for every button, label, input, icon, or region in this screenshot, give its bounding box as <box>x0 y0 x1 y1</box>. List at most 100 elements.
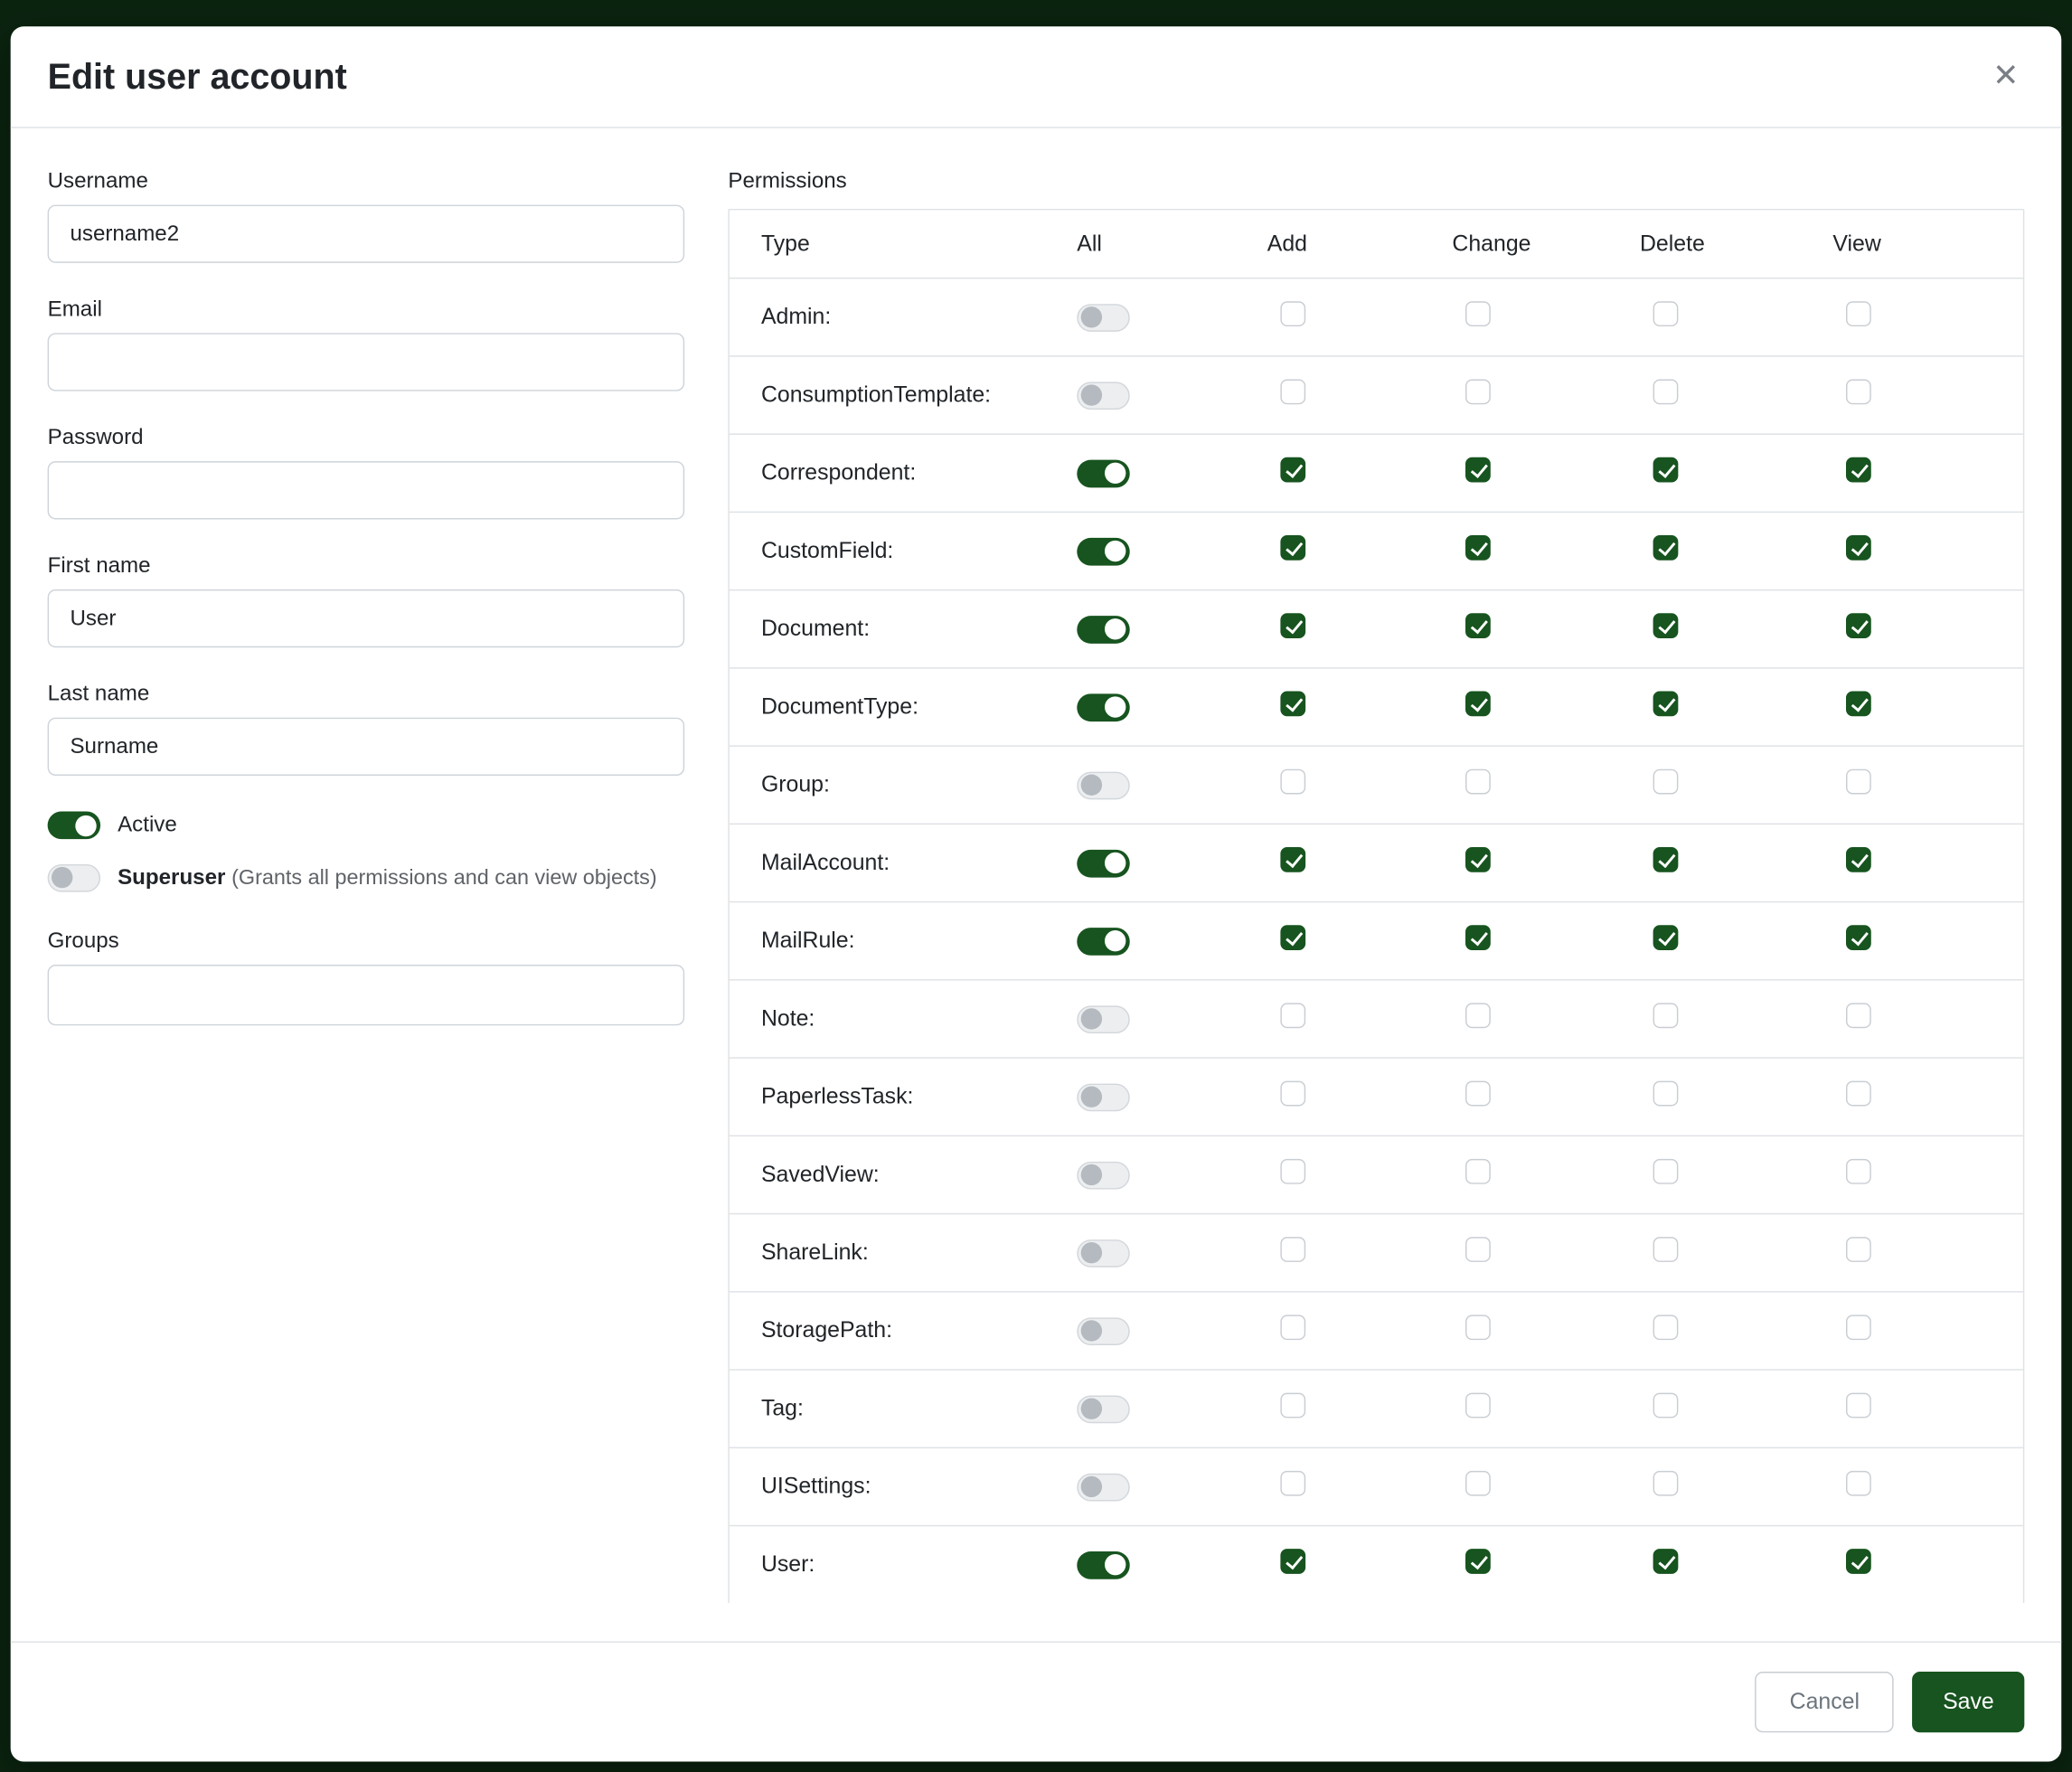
permission-view-checkbox[interactable] <box>1846 1081 1871 1107</box>
permission-all-toggle[interactable] <box>1077 693 1129 721</box>
permission-view-checkbox[interactable] <box>1846 1471 1871 1496</box>
permission-delete-checkbox[interactable] <box>1653 925 1679 950</box>
permission-all-toggle[interactable] <box>1077 1161 1129 1189</box>
permission-delete-checkbox[interactable] <box>1653 380 1679 405</box>
permission-delete-checkbox[interactable] <box>1653 1003 1679 1028</box>
permission-add-checkbox[interactable] <box>1280 1393 1305 1419</box>
permission-view-checkbox[interactable] <box>1846 457 1871 483</box>
permission-all-toggle[interactable] <box>1077 537 1129 565</box>
groups-select[interactable] <box>48 965 685 1025</box>
permission-view-checkbox[interactable] <box>1846 847 1871 872</box>
permission-add-checkbox[interactable] <box>1280 1237 1305 1262</box>
permission-all-toggle[interactable] <box>1077 1239 1129 1267</box>
permission-view-checkbox[interactable] <box>1846 1237 1871 1262</box>
permission-view-checkbox[interactable] <box>1846 691 1871 716</box>
col-header-view: View <box>1832 231 2022 257</box>
permission-change-checkbox[interactable] <box>1465 301 1491 326</box>
permission-all-toggle[interactable] <box>1077 303 1129 331</box>
permission-row: CustomField: <box>730 512 2023 589</box>
permission-delete-checkbox[interactable] <box>1653 1471 1679 1496</box>
permission-add-checkbox[interactable] <box>1280 535 1305 561</box>
permission-view-checkbox[interactable] <box>1846 535 1871 561</box>
permission-all-toggle[interactable] <box>1077 1395 1129 1423</box>
permission-change-checkbox[interactable] <box>1465 1237 1491 1262</box>
permission-change-checkbox[interactable] <box>1465 1315 1491 1340</box>
permission-delete-checkbox[interactable] <box>1653 457 1679 483</box>
permission-add-checkbox[interactable] <box>1280 691 1305 716</box>
permission-all-toggle[interactable] <box>1077 1005 1129 1033</box>
last-name-label: Last name <box>48 682 685 707</box>
permission-all-toggle[interactable] <box>1077 1550 1129 1579</box>
active-toggle[interactable] <box>48 811 100 839</box>
permission-view-checkbox[interactable] <box>1846 380 1871 405</box>
permission-view-checkbox[interactable] <box>1846 769 1871 795</box>
permission-change-checkbox[interactable] <box>1465 1393 1491 1419</box>
permission-change-checkbox[interactable] <box>1465 691 1491 716</box>
permission-all-toggle[interactable] <box>1077 927 1129 955</box>
permission-change-checkbox[interactable] <box>1465 1003 1491 1028</box>
permission-delete-checkbox[interactable] <box>1653 847 1679 872</box>
superuser-toggle[interactable] <box>48 864 100 892</box>
close-icon[interactable]: ✕ <box>1987 55 2024 98</box>
permission-add-checkbox[interactable] <box>1280 1081 1305 1107</box>
permission-delete-checkbox[interactable] <box>1653 769 1679 795</box>
permission-all-toggle[interactable] <box>1077 849 1129 877</box>
permission-add-checkbox[interactable] <box>1280 925 1305 950</box>
permission-add-checkbox[interactable] <box>1280 1471 1305 1496</box>
permission-change-checkbox[interactable] <box>1465 380 1491 405</box>
permission-add-checkbox[interactable] <box>1280 301 1305 326</box>
permission-add-checkbox[interactable] <box>1280 1315 1305 1340</box>
permission-all-toggle[interactable] <box>1077 771 1129 799</box>
permission-all-toggle[interactable] <box>1077 1083 1129 1111</box>
permission-all-toggle[interactable] <box>1077 459 1129 487</box>
permission-view-checkbox[interactable] <box>1846 1549 1871 1574</box>
permission-delete-checkbox[interactable] <box>1653 1315 1679 1340</box>
permission-change-checkbox[interactable] <box>1465 1081 1491 1107</box>
permission-delete-checkbox[interactable] <box>1653 1159 1679 1184</box>
permission-delete-checkbox[interactable] <box>1653 1393 1679 1419</box>
permission-delete-checkbox[interactable] <box>1653 1549 1679 1574</box>
email-field[interactable] <box>48 333 685 391</box>
permission-view-checkbox[interactable] <box>1846 1393 1871 1419</box>
permission-view-checkbox[interactable] <box>1846 1003 1871 1028</box>
permission-add-checkbox[interactable] <box>1280 380 1305 405</box>
permission-view-checkbox[interactable] <box>1846 1159 1871 1184</box>
permission-all-toggle[interactable] <box>1077 615 1129 643</box>
permission-delete-checkbox[interactable] <box>1653 1237 1679 1262</box>
permission-view-checkbox[interactable] <box>1846 301 1871 326</box>
permission-change-checkbox[interactable] <box>1465 1159 1491 1184</box>
permission-add-checkbox[interactable] <box>1280 457 1305 483</box>
first-name-field[interactable] <box>48 589 685 647</box>
permission-add-checkbox[interactable] <box>1280 613 1305 638</box>
permission-delete-checkbox[interactable] <box>1653 613 1679 638</box>
cancel-button[interactable]: Cancel <box>1756 1672 1894 1732</box>
permission-view-checkbox[interactable] <box>1846 613 1871 638</box>
permission-delete-checkbox[interactable] <box>1653 301 1679 326</box>
permission-view-checkbox[interactable] <box>1846 1315 1871 1340</box>
permission-type-label: ShareLink: <box>761 1239 1077 1266</box>
permission-delete-checkbox[interactable] <box>1653 535 1679 561</box>
username-input[interactable] <box>48 205 685 263</box>
permission-add-checkbox[interactable] <box>1280 847 1305 872</box>
permission-change-checkbox[interactable] <box>1465 457 1491 483</box>
permission-change-checkbox[interactable] <box>1465 535 1491 561</box>
permission-all-toggle[interactable] <box>1077 382 1129 410</box>
permission-view-checkbox[interactable] <box>1846 925 1871 950</box>
permission-change-checkbox[interactable] <box>1465 769 1491 795</box>
permission-add-checkbox[interactable] <box>1280 1003 1305 1028</box>
permission-change-checkbox[interactable] <box>1465 613 1491 638</box>
permission-add-checkbox[interactable] <box>1280 1549 1305 1574</box>
permission-add-checkbox[interactable] <box>1280 769 1305 795</box>
permission-change-checkbox[interactable] <box>1465 925 1491 950</box>
permission-all-toggle[interactable] <box>1077 1473 1129 1501</box>
permission-add-checkbox[interactable] <box>1280 1159 1305 1184</box>
permission-change-checkbox[interactable] <box>1465 1549 1491 1574</box>
permission-change-checkbox[interactable] <box>1465 847 1491 872</box>
permission-change-checkbox[interactable] <box>1465 1471 1491 1496</box>
password-field[interactable] <box>48 461 685 519</box>
save-button[interactable]: Save <box>1912 1672 2024 1732</box>
last-name-field[interactable] <box>48 718 685 776</box>
permission-all-toggle[interactable] <box>1077 1317 1129 1345</box>
permission-delete-checkbox[interactable] <box>1653 691 1679 716</box>
permission-delete-checkbox[interactable] <box>1653 1081 1679 1107</box>
